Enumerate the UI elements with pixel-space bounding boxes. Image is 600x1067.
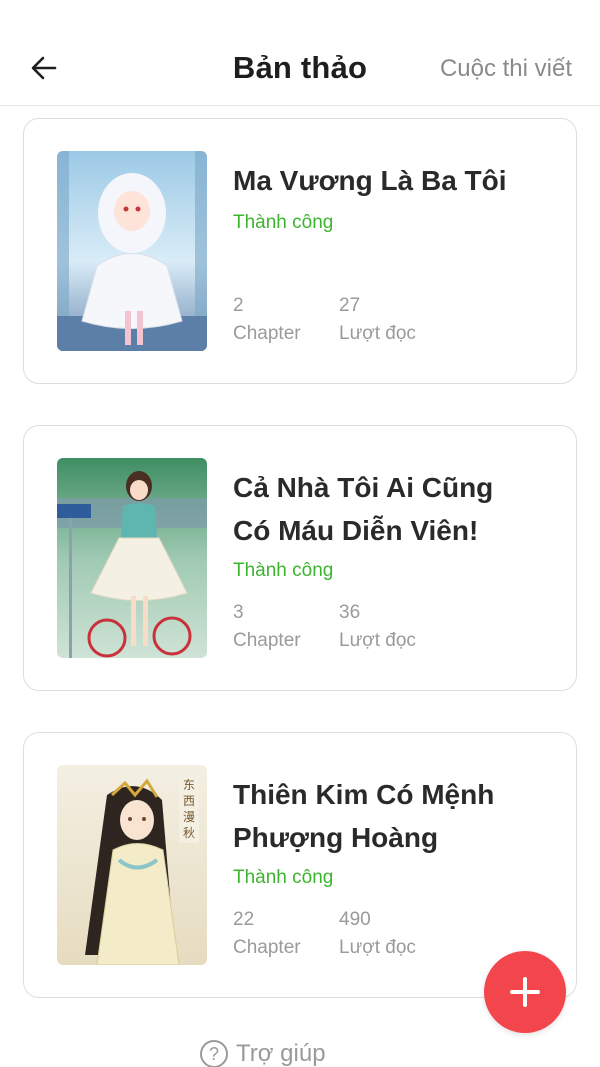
book-title: Thiên Kim Có Mệnh Phượng Hoàng (233, 779, 495, 853)
plus-icon (510, 977, 540, 1007)
draft-card[interactable]: Cả Nhà Tôi Ai Cũng Có Máu Diễn Viên! Thà… (23, 425, 577, 691)
help-link[interactable]: ? Trợ giúp (200, 1040, 326, 1067)
read-count: 27 Lượt đọc (339, 295, 416, 344)
book-title: Ma Vương Là Ba Tôi (233, 165, 507, 196)
status-badge: Thành công (233, 560, 334, 581)
status-badge: Thành công (233, 212, 334, 233)
read-count: 490 Lượt đọc (339, 909, 416, 958)
svg-text:秋: 秋 (183, 826, 195, 840)
svg-text:漫: 漫 (183, 810, 195, 824)
add-draft-button[interactable] (484, 951, 566, 1033)
draft-card[interactable]: Ma Vương Là Ba Tôi Thành công 2 Chapter … (23, 118, 577, 384)
book-cover: 东 西 漫 秋 (57, 765, 207, 965)
book-cover (57, 151, 207, 351)
svg-text:东: 东 (183, 778, 195, 792)
help-label: Trợ giúp (236, 1040, 326, 1067)
book-title: Cả Nhà Tôi Ai Cũng Có Máu Diễn Viên! (233, 472, 494, 546)
book-cover (57, 458, 207, 658)
chapter-count: 22 Chapter (233, 909, 301, 958)
chapter-count: 3 Chapter (233, 602, 301, 651)
status-badge: Thành công (233, 867, 334, 888)
svg-text:西: 西 (183, 794, 195, 808)
question-circle-icon: ? (200, 1040, 228, 1067)
chapter-count: 2 Chapter (233, 295, 301, 344)
top-bar: Bản thảo Cuộc thi viết (0, 0, 600, 106)
writing-contest-link[interactable]: Cuộc thi viết (440, 55, 572, 83)
read-count: 36 Lượt đọc (339, 602, 416, 651)
draft-card[interactable]: 东 西 漫 秋 Thiên Kim Có Mệnh Phượng Hoàng T… (23, 732, 577, 998)
